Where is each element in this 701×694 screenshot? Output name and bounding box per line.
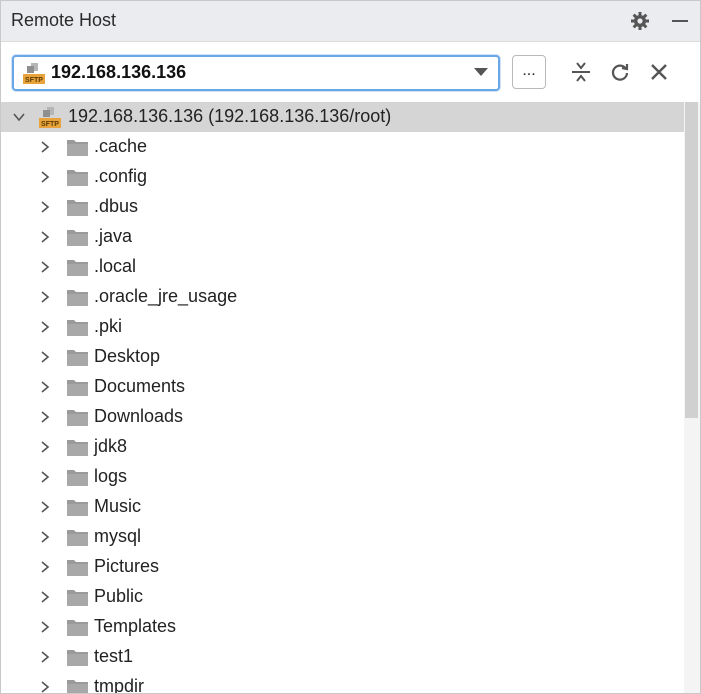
folder-icon bbox=[67, 559, 88, 576]
tree-item-label: Pictures bbox=[94, 556, 160, 576]
scrollbar-thumb[interactable] bbox=[685, 102, 698, 418]
tree-item[interactable]: Music bbox=[1, 492, 684, 522]
tree-item[interactable]: test1 bbox=[1, 642, 684, 672]
tree-item[interactable]: .config bbox=[1, 162, 684, 192]
tree-item-label: mysql bbox=[94, 526, 142, 546]
tree-item-label: Downloads bbox=[94, 406, 184, 426]
chevron-right-icon[interactable] bbox=[38, 500, 52, 514]
tree-item-label: Music bbox=[94, 496, 142, 516]
tree-item-label: Documents bbox=[94, 376, 186, 396]
chevron-right-icon[interactable] bbox=[38, 230, 52, 244]
collapse-all-icon[interactable] bbox=[570, 61, 592, 83]
tree-item-label: .dbus bbox=[94, 196, 139, 216]
chevron-down-icon[interactable] bbox=[12, 110, 26, 124]
panel-header: Remote Host bbox=[1, 1, 700, 42]
chevron-right-icon[interactable] bbox=[38, 440, 52, 454]
tree-item-label: .oracle_jre_usage bbox=[94, 286, 238, 306]
svg-text:SFTP: SFTP bbox=[41, 121, 59, 128]
tree-item[interactable]: .dbus bbox=[1, 192, 684, 222]
minimize-icon[interactable] bbox=[670, 11, 690, 31]
tree-item[interactable]: logs bbox=[1, 462, 684, 492]
chevron-right-icon[interactable] bbox=[38, 590, 52, 604]
folder-icon bbox=[67, 649, 88, 666]
tree-item[interactable]: Pictures bbox=[1, 552, 684, 582]
chevron-right-icon[interactable] bbox=[38, 620, 52, 634]
folder-icon bbox=[67, 529, 88, 546]
gear-icon[interactable] bbox=[630, 11, 650, 31]
folder-icon bbox=[67, 289, 88, 306]
tree-scrollbar[interactable] bbox=[684, 102, 700, 693]
host-select[interactable]: SFTP 192.168.136.136 bbox=[12, 55, 500, 91]
tree-item-label: .config bbox=[94, 166, 148, 186]
remote-host-panel: Remote Host SFTP 192.168.136.136 ... SFT… bbox=[0, 0, 701, 694]
folder-icon bbox=[67, 349, 88, 366]
tree-item[interactable]: Downloads bbox=[1, 402, 684, 432]
tree-item[interactable]: .pki bbox=[1, 312, 684, 342]
tree-item-label: .java bbox=[94, 226, 133, 246]
chevron-down-icon[interactable] bbox=[474, 68, 488, 76]
host-toolbar: SFTP 192.168.136.136 ... bbox=[1, 42, 700, 102]
folder-icon bbox=[67, 469, 88, 486]
sftp-icon: SFTP bbox=[39, 106, 61, 128]
svg-text:SFTP: SFTP bbox=[25, 77, 43, 84]
tree-item[interactable]: .cache bbox=[1, 132, 684, 162]
folder-icon bbox=[67, 589, 88, 606]
chevron-right-icon[interactable] bbox=[38, 650, 52, 664]
folder-icon bbox=[67, 199, 88, 216]
folder-icon bbox=[67, 499, 88, 516]
tree-item[interactable]: mysql bbox=[1, 522, 684, 552]
chevron-right-icon[interactable] bbox=[38, 410, 52, 424]
tree-item[interactable]: .oracle_jre_usage bbox=[1, 282, 684, 312]
tree-root-label: 192.168.136.136 (192.168.136.136/root) bbox=[68, 106, 392, 126]
chevron-right-icon[interactable] bbox=[38, 470, 52, 484]
chevron-right-icon[interactable] bbox=[38, 380, 52, 394]
folder-icon bbox=[67, 319, 88, 336]
folder-icon bbox=[67, 409, 88, 426]
remote-file-tree: SFTP 192.168.136.136 (192.168.136.136/ro… bbox=[1, 102, 684, 693]
chevron-right-icon[interactable] bbox=[38, 170, 52, 184]
folder-icon bbox=[67, 379, 88, 396]
close-icon[interactable] bbox=[648, 61, 670, 83]
chevron-right-icon[interactable] bbox=[38, 680, 52, 693]
tree-item[interactable]: .java bbox=[1, 222, 684, 252]
tree-root-row[interactable]: SFTP 192.168.136.136 (192.168.136.136/ro… bbox=[1, 102, 684, 132]
tree-item[interactable]: Documents bbox=[1, 372, 684, 402]
tree-item-label: Desktop bbox=[94, 346, 161, 366]
folder-icon bbox=[67, 439, 88, 456]
tree-item-label: .pki bbox=[94, 316, 123, 336]
tree-item[interactable]: .local bbox=[1, 252, 684, 282]
tree-item-label: Templates bbox=[94, 616, 177, 636]
folder-icon bbox=[67, 259, 88, 276]
folder-icon bbox=[67, 139, 88, 156]
tree-item[interactable]: Public bbox=[1, 582, 684, 612]
folder-icon bbox=[67, 679, 88, 693]
chevron-right-icon[interactable] bbox=[38, 140, 52, 154]
tree-item[interactable]: jdk8 bbox=[1, 432, 684, 462]
chevron-right-icon[interactable] bbox=[38, 350, 52, 364]
tree-item-label: .local bbox=[94, 256, 137, 276]
chevron-right-icon[interactable] bbox=[38, 200, 52, 214]
more-button[interactable]: ... bbox=[512, 55, 546, 89]
chevron-right-icon[interactable] bbox=[38, 260, 52, 274]
folder-icon bbox=[67, 169, 88, 186]
tree-item-label: .cache bbox=[94, 136, 148, 156]
panel-title: Remote Host bbox=[11, 10, 117, 30]
tree-item-label: Public bbox=[94, 586, 144, 606]
chevron-right-icon[interactable] bbox=[38, 290, 52, 304]
tree-item-label: jdk8 bbox=[94, 436, 128, 456]
chevron-right-icon[interactable] bbox=[38, 320, 52, 334]
chevron-right-icon[interactable] bbox=[38, 560, 52, 574]
folder-icon bbox=[67, 619, 88, 636]
tree-item[interactable]: Templates bbox=[1, 612, 684, 642]
refresh-icon[interactable] bbox=[609, 61, 631, 83]
chevron-right-icon[interactable] bbox=[38, 530, 52, 544]
host-select-value: 192.168.136.136 bbox=[51, 62, 187, 82]
tree-item-label: tmpdir bbox=[94, 676, 145, 693]
tree-item-label: logs bbox=[94, 466, 128, 486]
tree-item[interactable]: Desktop bbox=[1, 342, 684, 372]
folder-icon bbox=[67, 229, 88, 246]
tree-item-label: test1 bbox=[94, 646, 134, 666]
sftp-icon: SFTP bbox=[23, 62, 45, 84]
tree-item[interactable]: tmpdir bbox=[1, 672, 684, 693]
